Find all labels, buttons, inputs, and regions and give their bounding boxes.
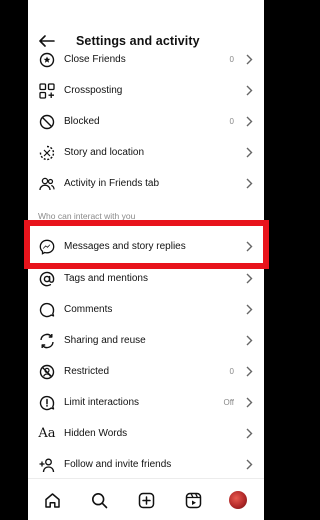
close-friends-icon (38, 51, 56, 69)
row-value: Off (223, 398, 234, 407)
row-label: Close Friends (64, 54, 126, 65)
row-label: Tags and mentions (64, 273, 148, 284)
row-label: Follow and invite friends (64, 459, 172, 470)
row-label: Blocked (64, 116, 100, 127)
row-restricted[interactable]: Restricted 0 (28, 356, 264, 387)
activity-icon (38, 175, 56, 193)
row-label: Crossposting (64, 85, 123, 96)
chevron-right-icon (244, 85, 254, 97)
row-label: Story and location (64, 147, 145, 158)
crossposting-icon (38, 82, 56, 100)
chevron-right-icon (244, 178, 254, 190)
row-label: Limit interactions (64, 397, 140, 408)
avatar (229, 491, 247, 509)
home-icon[interactable] (42, 490, 62, 510)
chevron-right-icon (244, 54, 254, 66)
row-label: Sharing and reuse (64, 335, 146, 346)
row-value: 0 (229, 55, 234, 64)
hidden-words-icon: Aa (38, 426, 56, 441)
row-comments[interactable]: Comments (28, 294, 264, 325)
restricted-icon (38, 363, 56, 381)
story-location-icon (38, 144, 56, 162)
row-follow-invite[interactable]: Follow and invite friends (28, 449, 264, 480)
share-reuse-icon (38, 332, 56, 350)
row-value: 0 (229, 367, 234, 376)
add-friend-icon (38, 456, 56, 474)
row-label: Comments (64, 304, 113, 315)
row-activity-friends[interactable]: Activity in Friends tab (28, 168, 264, 199)
chevron-right-icon (244, 116, 254, 128)
row-label: Hidden Words (64, 428, 128, 439)
back-button[interactable] (38, 32, 56, 50)
chevron-right-icon (244, 273, 254, 285)
profile-avatar[interactable] (228, 490, 248, 510)
chevron-right-icon (244, 366, 254, 378)
row-label: Activity in Friends tab (64, 178, 160, 189)
at-icon (38, 270, 56, 288)
reels-icon[interactable] (183, 490, 203, 510)
blocked-icon (38, 113, 56, 131)
header: Settings and activity (28, 0, 264, 52)
back-arrow-icon (39, 35, 55, 47)
row-hidden-words[interactable]: Aa Hidden Words (28, 418, 264, 449)
comment-icon (38, 301, 56, 319)
chevron-right-icon (244, 397, 254, 409)
create-icon[interactable] (136, 490, 156, 510)
row-story-location[interactable]: Story and location (28, 137, 264, 168)
row-crossposting[interactable]: Crossposting (28, 75, 264, 106)
row-label: Restricted (64, 366, 110, 377)
bottom-navigation (28, 478, 264, 520)
row-value: 0 (229, 117, 234, 126)
chevron-right-icon (244, 335, 254, 347)
chevron-right-icon (244, 147, 254, 159)
chevron-right-icon (244, 304, 254, 316)
row-sharing-reuse[interactable]: Sharing and reuse (28, 325, 264, 356)
page-title: Settings and activity (76, 34, 200, 48)
chevron-right-icon (244, 459, 254, 471)
row-limit-interactions[interactable]: Limit interactions Off (28, 387, 264, 418)
row-blocked[interactable]: Blocked 0 (28, 106, 264, 137)
limit-icon (38, 394, 56, 412)
search-icon[interactable] (89, 490, 109, 510)
highlight-box (24, 220, 269, 269)
chevron-right-icon (244, 428, 254, 440)
